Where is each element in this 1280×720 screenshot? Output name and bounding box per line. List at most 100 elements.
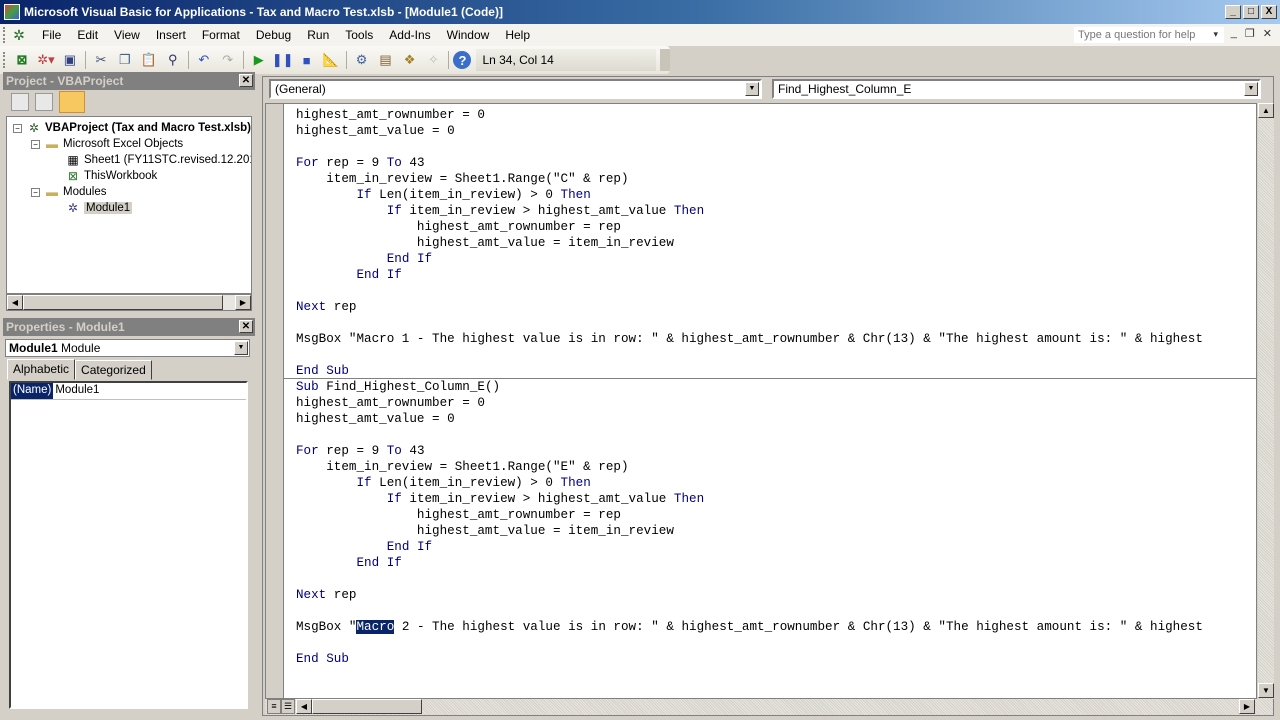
code-line[interactable]: End If: [296, 539, 1203, 555]
code-line[interactable]: highest_amt_rownumber = rep: [296, 507, 1203, 523]
code-line[interactable]: item_in_review = Sheet1.Range("E" & rep): [296, 459, 1203, 475]
cut-icon[interactable]: ✂: [90, 49, 112, 71]
code-line[interactable]: If item_in_review > highest_amt_value Th…: [296, 203, 1203, 219]
code-hscrollbar[interactable]: ≡ ☰ ◀ ▶: [265, 699, 1273, 715]
code-lines[interactable]: highest_amt_rownumber = 0 highest_amt_val…: [296, 107, 1203, 667]
scroll-down-icon[interactable]: ▼: [1258, 683, 1274, 698]
code-line[interactable]: MsgBox "Macro 1 - The highest value is i…: [296, 331, 1203, 347]
menu-tools[interactable]: Tools: [337, 28, 381, 42]
object-browser-icon[interactable]: ❖: [399, 49, 421, 71]
code-line[interactable]: If Len(item_in_review) > 0 Then: [296, 475, 1203, 491]
code-line[interactable]: [296, 603, 1203, 619]
menu-window[interactable]: Window: [439, 28, 498, 42]
scroll-left-icon[interactable]: ◀: [7, 295, 23, 310]
copy-icon[interactable]: ❐: [114, 49, 136, 71]
scroll-left-icon[interactable]: ◀: [296, 699, 312, 714]
toolbar-options-chevron[interactable]: [660, 49, 671, 71]
code-line[interactable]: [296, 571, 1203, 587]
code-vscrollbar[interactable]: ▲ ▼: [1258, 103, 1274, 699]
find-icon[interactable]: ⚲: [162, 49, 184, 71]
vba-menu-icon[interactable]: ✲: [10, 26, 28, 44]
margin-indicator-bar[interactable]: [266, 104, 284, 698]
code-line[interactable]: highest_amt_value = item_in_review: [296, 235, 1203, 251]
view-code-icon[interactable]: [11, 93, 29, 111]
tree-item-excel-objects[interactable]: − ▬ Microsoft Excel Objects: [31, 136, 183, 152]
code-line[interactable]: [296, 427, 1203, 443]
scroll-up-icon[interactable]: ▲: [1258, 103, 1274, 118]
code-line[interactable]: If Len(item_in_review) > 0 Then: [296, 187, 1203, 203]
code-line[interactable]: highest_amt_value = 0: [296, 123, 1203, 139]
code-line[interactable]: For rep = 9 To 43: [296, 443, 1203, 459]
code-line[interactable]: Next rep: [296, 299, 1203, 315]
reset-icon[interactable]: ■: [296, 49, 318, 71]
help-search-input[interactable]: Type a question for help: [1074, 27, 1224, 43]
scroll-right-icon[interactable]: ▶: [235, 295, 251, 310]
code-line[interactable]: highest_amt_rownumber = 0: [296, 107, 1203, 123]
mdi-minimize-button[interactable]: _: [1231, 27, 1237, 40]
collapse-icon[interactable]: −: [13, 123, 22, 133]
close-button[interactable]: X: [1261, 5, 1277, 19]
code-line[interactable]: [296, 315, 1203, 331]
project-tree-hscrollbar[interactable]: ◀ ▶: [6, 294, 252, 311]
code-line[interactable]: [296, 283, 1203, 299]
menu-edit[interactable]: Edit: [69, 28, 106, 42]
chevron-down-icon[interactable]: ▼: [745, 82, 759, 96]
menu-add-ins[interactable]: Add-Ins: [381, 28, 438, 42]
mdi-restore-button[interactable]: ❐: [1245, 27, 1255, 40]
properties-object-select[interactable]: Module1 Module ▼: [5, 339, 250, 357]
menu-view[interactable]: View: [106, 28, 148, 42]
save-icon[interactable]: ▣: [59, 49, 81, 71]
menubar-grip[interactable]: [3, 27, 7, 43]
code-line[interactable]: Next rep: [296, 587, 1203, 603]
collapse-icon[interactable]: −: [31, 139, 40, 149]
menu-insert[interactable]: Insert: [148, 28, 194, 42]
project-pane-close-button[interactable]: ✕: [239, 74, 253, 87]
tree-item-vbaproject[interactable]: − ✲ VBAProject (Tax and Macro Test.xlsb): [13, 120, 251, 136]
scroll-right-icon[interactable]: ▶: [1239, 699, 1255, 714]
view-object-icon[interactable]: [35, 93, 53, 111]
undo-icon[interactable]: ↶: [193, 49, 215, 71]
break-icon[interactable]: ❚❚: [272, 49, 294, 71]
code-line[interactable]: [296, 635, 1203, 651]
code-line[interactable]: item_in_review = Sheet1.Range("C" & rep): [296, 171, 1203, 187]
scroll-thumb[interactable]: [23, 295, 223, 310]
paste-icon[interactable]: 📋: [138, 49, 160, 71]
project-explorer-icon[interactable]: ⚙: [351, 49, 373, 71]
code-line[interactable]: [296, 139, 1203, 155]
help-dropdown-icon[interactable]: ▾: [1213, 29, 1218, 40]
full-module-view-icon[interactable]: ☰: [281, 699, 295, 714]
code-editor[interactable]: highest_amt_rownumber = 0 highest_amt_val…: [265, 103, 1257, 699]
code-line[interactable]: End Sub: [296, 651, 1203, 667]
code-line[interactable]: highest_amt_rownumber = 0: [296, 395, 1203, 411]
code-line[interactable]: If item_in_review > highest_amt_value Th…: [296, 491, 1203, 507]
code-line[interactable]: Sub Find_Highest_Column_E(): [296, 379, 1203, 395]
menu-run[interactable]: Run: [299, 28, 337, 42]
code-line[interactable]: End If: [296, 555, 1203, 571]
toolbox-icon[interactable]: ✧: [423, 49, 445, 71]
maximize-button[interactable]: □: [1243, 5, 1259, 19]
code-line[interactable]: End Sub: [296, 363, 1203, 379]
code-line[interactable]: highest_amt_rownumber = rep: [296, 219, 1203, 235]
excel-icon[interactable]: ⊠: [11, 49, 33, 71]
chevron-down-icon[interactable]: ▼: [234, 341, 248, 355]
tree-item-module1[interactable]: ✲ Module1: [65, 200, 133, 216]
tree-item-modules[interactable]: − ▬ Modules: [31, 184, 106, 200]
code-line[interactable]: For rep = 9 To 43: [296, 155, 1203, 171]
code-line[interactable]: End If: [296, 251, 1203, 267]
mdi-close-button[interactable]: ✕: [1263, 27, 1272, 40]
code-line[interactable]: End If: [296, 267, 1203, 283]
menu-format[interactable]: Format: [194, 28, 248, 42]
property-value[interactable]: Module1: [53, 383, 101, 399]
toolbar-grip[interactable]: [3, 52, 7, 68]
property-row[interactable]: (Name) Module1: [11, 383, 246, 400]
menu-debug[interactable]: Debug: [248, 28, 299, 42]
selected-text[interactable]: Macro: [356, 620, 395, 634]
code-line[interactable]: highest_amt_value = item_in_review: [296, 523, 1203, 539]
insert-module-icon[interactable]: ✲▾: [35, 49, 57, 71]
chevron-down-icon[interactable]: ▼: [1244, 82, 1258, 96]
object-combo[interactable]: (General) ▼: [269, 79, 762, 99]
code-line[interactable]: [296, 347, 1203, 363]
menu-file[interactable]: File: [34, 28, 69, 42]
minimize-button[interactable]: _: [1225, 5, 1241, 19]
properties-pane-close-button[interactable]: ✕: [239, 320, 253, 333]
